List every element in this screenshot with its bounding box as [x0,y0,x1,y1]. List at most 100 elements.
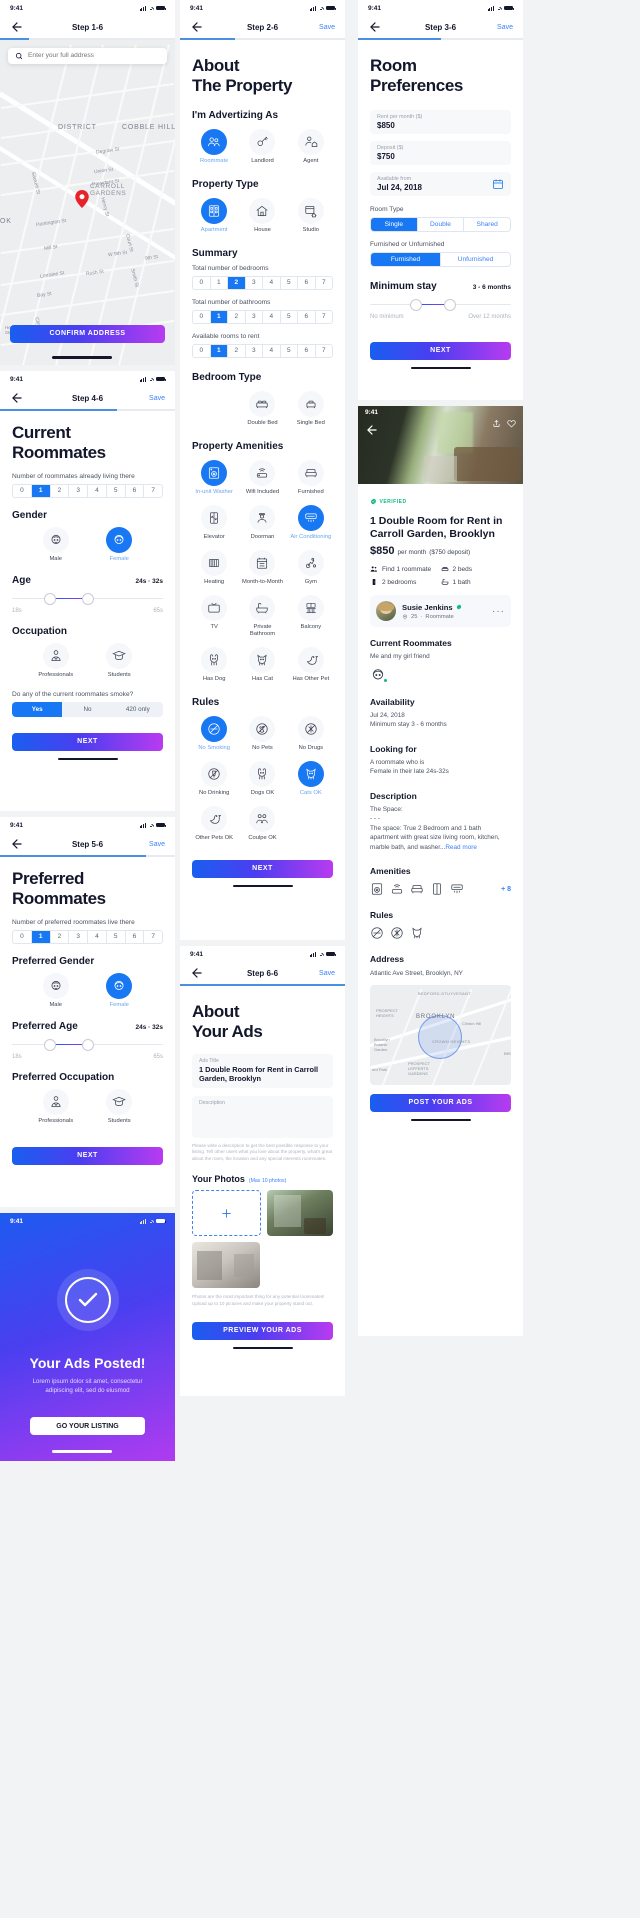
min-stay-knob-min[interactable] [410,298,422,311]
listing-map[interactable]: BEDFORD-STUYVESANT BROOKLYN PROSPECT HEIG… [370,984,511,1085]
rent-field[interactable]: Rent per month ($) $850 [370,109,511,134]
amenity-furnished[interactable]: Furnished [289,459,333,496]
bedrooms-option[interactable]: 2 [228,276,246,289]
bathrooms-option[interactable]: 1 [210,310,228,323]
amenity-heating[interactable]: Heating [192,549,236,586]
next-button[interactable]: NEXT [12,732,163,751]
age-range-slider[interactable] [12,592,163,606]
count-option[interactable]: 0 [13,484,32,497]
occupation-option-students[interactable]: Students [90,642,150,679]
count-option[interactable]: 3 [69,930,88,943]
listing-photo[interactable]: 9:41 [358,406,523,484]
roommate-count-stepper[interactable]: 0 1 2 3 4 5 6 7 [12,483,163,498]
count-option[interactable]: 5 [107,484,126,497]
furnished-option-unfurnished[interactable]: Unfurnished [441,253,510,266]
room-type-option-single[interactable]: Single [371,217,418,231]
description-field[interactable]: Description [192,1095,333,1138]
amenity-has-other-pet[interactable]: Has Other Pet [289,646,333,683]
amenity-doorman[interactable]: Doorman [240,504,284,541]
count-option[interactable]: 3 [69,484,88,497]
furnished-toggle-group[interactable]: Furnished Unfurnished [370,251,511,267]
bathrooms-option[interactable]: 3 [246,310,263,323]
count-option[interactable]: 0 [13,930,32,943]
advertizing-option-agent[interactable]: Agent [289,128,333,165]
back-icon[interactable] [10,837,24,851]
back-icon[interactable] [10,391,24,405]
preferred-occupation-option-professionals[interactable]: Professionals [26,1088,86,1125]
bedrooms-option[interactable]: 1 [211,276,228,289]
available-rooms-option[interactable]: 5 [281,344,298,357]
available-rooms-option[interactable]: 7 [316,345,333,357]
amenity-balcony[interactable]: Balcony [289,594,333,631]
rule-dogs-ok[interactable]: Dogs OK [240,760,284,797]
post-ads-button[interactable]: POST YOUR ADS [370,1093,511,1112]
next-button[interactable]: NEXT [192,859,333,878]
age-slider-knob-min[interactable] [44,1038,56,1051]
available-rooms-option[interactable]: 0 [193,344,211,357]
deposit-field[interactable]: Deposit ($) $750 [370,140,511,165]
rule-no-pets[interactable]: No Pets [240,715,284,752]
bedrooms-stepper[interactable]: 0 1 2 3 4 5 6 7 [192,275,333,290]
bathrooms-option[interactable]: 6 [298,310,316,323]
available-rooms-option[interactable]: 2 [228,344,246,357]
save-button[interactable]: Save [319,24,335,31]
amenity-air-conditioning[interactable]: Air Conditioning [289,504,333,541]
count-option[interactable]: 2 [51,484,70,497]
furnished-option-furnished[interactable]: Furnished [371,252,441,266]
preferred-count-stepper[interactable]: 0 1 2 3 4 5 6 7 [12,929,163,944]
available-rooms-option[interactable]: 1 [210,344,228,357]
count-option[interactable]: 5 [107,930,126,943]
property-type-option-house[interactable]: House [240,197,284,234]
bathrooms-option[interactable]: 0 [193,310,211,323]
count-option[interactable]: 1 [31,484,51,497]
back-icon[interactable] [190,20,204,34]
map-view[interactable]: DISTRICT COBBLE HILL CARROLL GARDENS OK D… [0,39,175,365]
count-option[interactable]: 6 [126,930,145,943]
amenity-wifi-included[interactable]: Wifi Included [240,459,284,496]
smoke-option-yes[interactable]: Yes [12,701,63,717]
photo-thumbnail[interactable] [192,1242,260,1289]
confirm-address-button[interactable]: CONFIRM ADDRESS [10,324,165,343]
save-button[interactable]: Save [149,841,165,848]
available-rooms-option[interactable]: 4 [263,344,281,357]
amenity-tv[interactable]: TV [192,594,236,631]
favorite-icon[interactable] [507,419,516,428]
count-option[interactable]: 4 [88,930,107,943]
save-button[interactable]: Save [497,24,513,31]
count-option[interactable]: 4 [88,484,107,497]
room-type-option-double[interactable]: Double [418,217,465,231]
next-button[interactable]: NEXT [370,341,511,360]
add-photo-button[interactable] [192,1190,261,1237]
property-type-option-apartment[interactable]: Apartment [192,197,236,234]
preview-ads-button[interactable]: PREVIEW YOUR ADS [192,1321,333,1340]
bathrooms-stepper[interactable]: 0 1 2 3 4 5 6 7 [192,309,333,324]
preferred-age-range-slider[interactable] [12,1038,163,1052]
host-card[interactable]: Susie Jenkins 25 · Roommate ··· [370,595,511,627]
bathrooms-option[interactable]: 5 [281,310,298,323]
gender-option-male[interactable]: Male [26,526,86,563]
next-button[interactable]: NEXT [12,1146,163,1165]
room-type-toggle-group[interactable]: Single Double Shared [370,216,511,232]
bathrooms-option[interactable]: 7 [316,311,333,323]
rule-couple-ok[interactable]: Coulpe OK [240,805,284,842]
photo-thumbnail[interactable] [266,1190,333,1237]
bedrooms-option[interactable]: 0 [193,276,211,289]
min-stay-slider[interactable] [370,298,511,312]
count-option[interactable]: 6 [126,484,145,497]
count-option[interactable]: 7 [144,931,162,943]
address-search-box[interactable] [8,47,167,64]
bathrooms-option[interactable]: 4 [263,310,281,323]
amenity-elevator[interactable]: Elevator [192,504,236,541]
back-icon[interactable] [365,423,379,437]
rule-no-drugs[interactable]: No Drugs [289,715,333,752]
bedrooms-option[interactable]: 7 [316,277,333,289]
smoke-option-420[interactable]: 420 only [112,701,163,717]
gender-option-female[interactable]: Female [90,526,150,563]
preferred-gender-option-male[interactable]: Male [26,972,86,1009]
bathrooms-option[interactable]: 2 [228,310,246,323]
bedrooms-option[interactable]: 3 [246,276,263,289]
advertizing-option-landlord[interactable]: Landlord [240,128,284,165]
calendar-icon[interactable] [492,178,504,190]
back-icon[interactable] [10,20,24,34]
rule-no-smoking[interactable]: No Smoking [192,715,236,752]
